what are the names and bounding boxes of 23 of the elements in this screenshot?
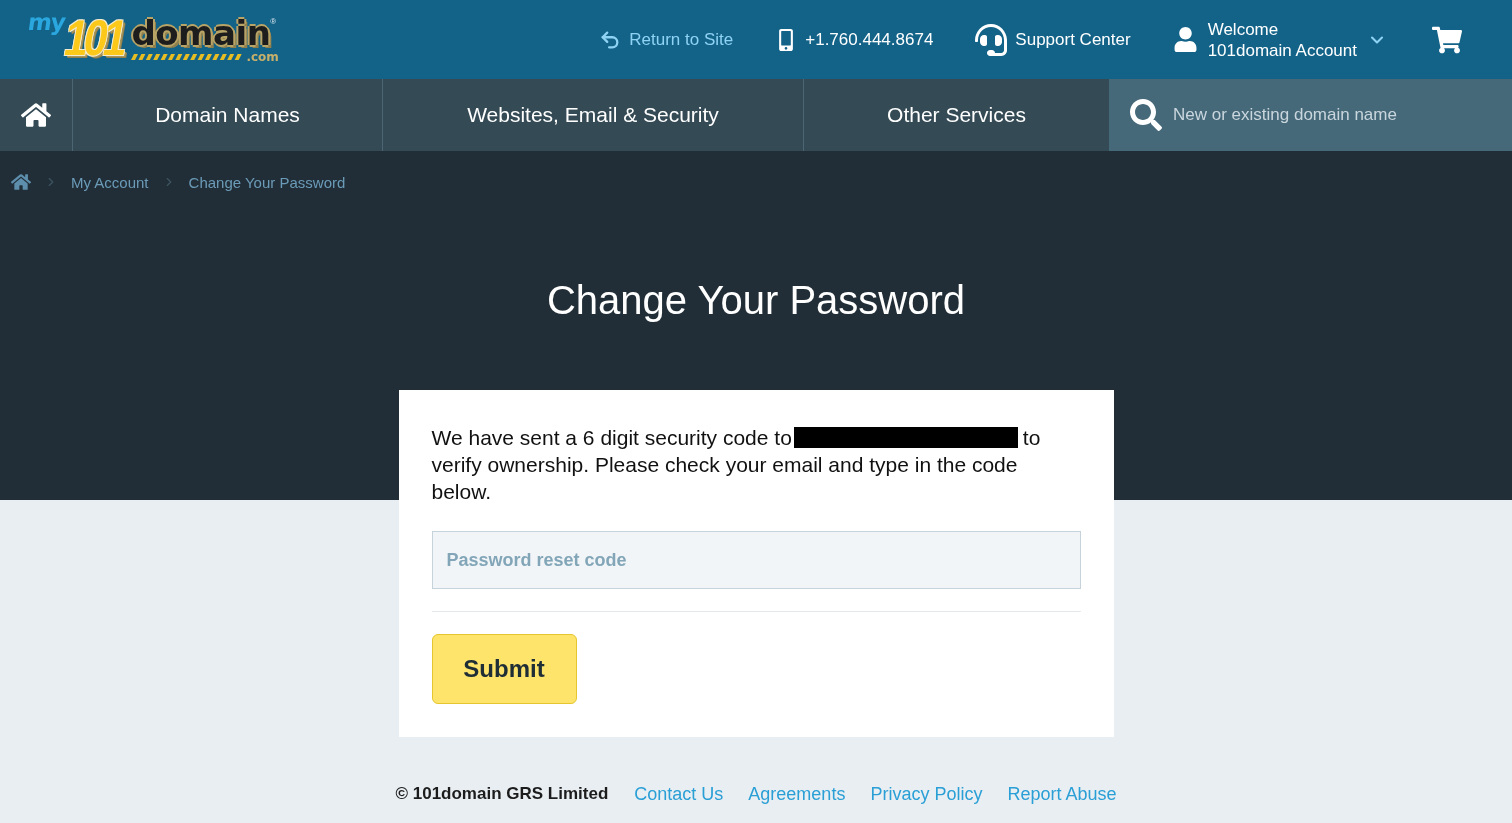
breadcrumb-link[interactable]: My Account xyxy=(71,173,149,191)
phone-link[interactable]: +1.760.444.8674 xyxy=(775,28,934,51)
message-text: We have sent a 6 digit security code to to verify ownership. Please check your email and type in the code below. xyxy=(431,425,1042,505)
copyright-text: © 101domain GRS Limited xyxy=(395,783,609,805)
search-field[interactable]: New or existing domain name xyxy=(1109,79,1512,151)
user-icon xyxy=(1172,27,1198,52)
cart-button[interactable] xyxy=(1432,24,1462,55)
submit-button[interactable]: Submit xyxy=(431,634,577,704)
search-icon xyxy=(1130,99,1162,131)
support-link[interactable]: Support Center xyxy=(975,23,1131,56)
breadcrumb-link[interactable]: Change Your Password xyxy=(188,173,346,191)
headset-icon xyxy=(975,23,1008,56)
breadcrumb-home-link[interactable] xyxy=(11,172,31,192)
home-icon xyxy=(11,172,31,192)
logo-wordmark: domain xyxy=(131,17,271,48)
account-menu[interactable]: Welcome 101domain Account xyxy=(1172,18,1387,61)
home-icon xyxy=(21,100,51,130)
registered-mark: ® xyxy=(270,17,277,26)
logo-suffix: .com xyxy=(246,51,279,63)
cart-icon xyxy=(1432,24,1462,55)
page-title: Change Your Password xyxy=(546,277,966,324)
return-link[interactable]: Return to Site xyxy=(599,28,734,51)
code-input[interactable]: Password reset code xyxy=(431,531,1081,589)
